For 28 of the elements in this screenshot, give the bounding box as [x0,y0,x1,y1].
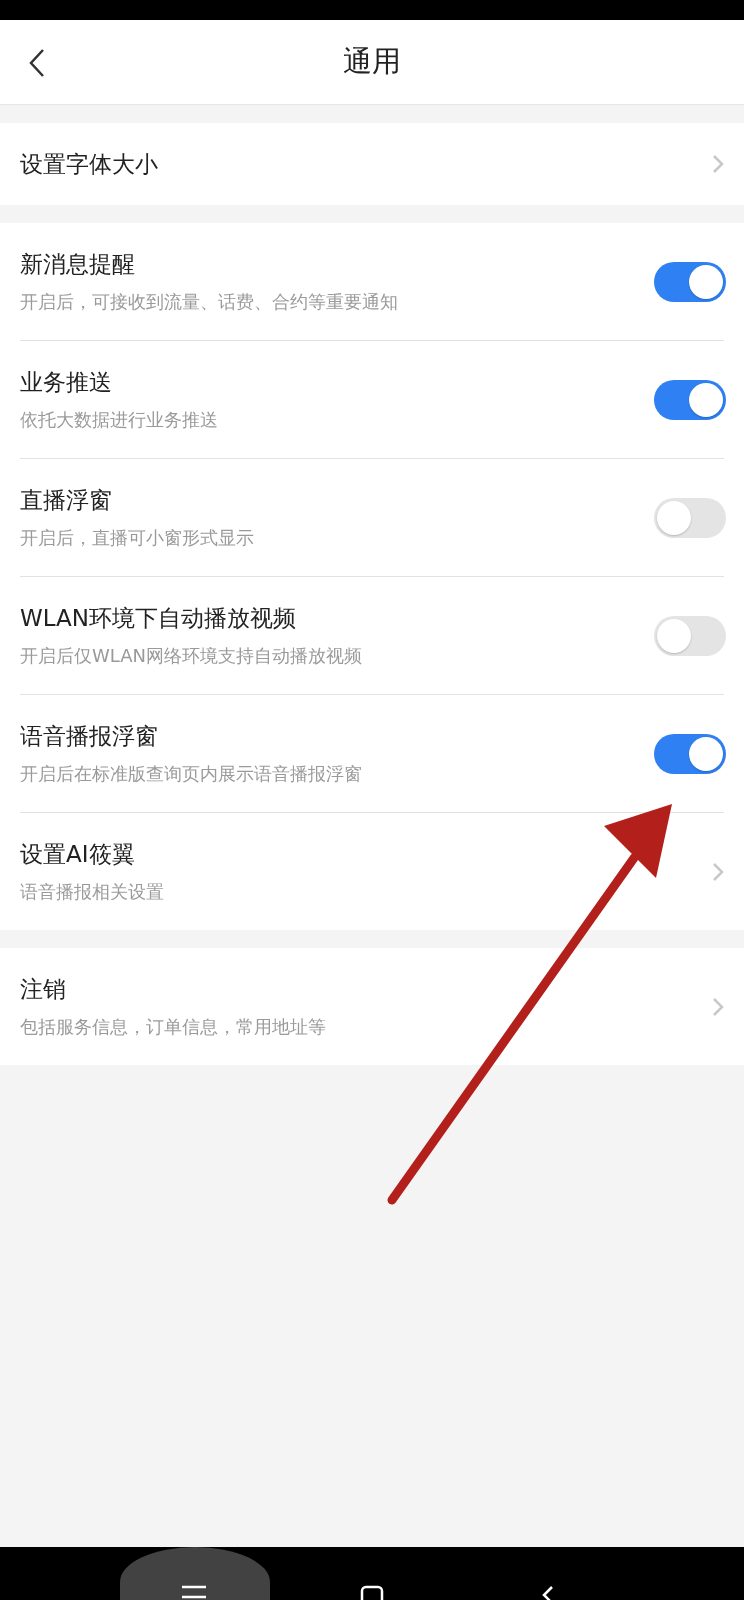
toggle-switch[interactable] [654,615,726,656]
setting-title: WLAN环境下自动播放视频 [20,604,298,633]
setting-description: 包括服务信息，订单信息，常用地址等 [20,1015,327,1039]
setting-description: 语音播报相关设置 [20,880,165,904]
setting-description: 开启后仅WLAN网络环境支持自动播放视频 [20,644,364,668]
setting-title: 设置AI筱翼 [20,840,136,869]
setting-description: 依托大数据进行业务推送 [20,408,219,432]
toggle-switch[interactable] [654,379,726,420]
setting-description: 开启后，直播可小窗形式显示 [20,526,255,550]
setting-title: 注销 [20,975,67,1004]
toggle-switch[interactable] [654,261,726,302]
setting-title: 直播浮窗 [20,486,113,515]
chevron-icon [712,154,724,174]
setting-description: 开启后在标准版查询页内展示语音播报浮窗 [20,762,363,786]
setting-title: 新消息提醒 [20,250,136,279]
setting-title: 语音播报浮窗 [20,722,159,751]
setting-title: 业务推送 [20,368,113,397]
setting-title: 设置字体大小 [20,149,159,179]
page-title: 通用 [343,43,401,80]
setting-description: 开启后，可接收到流量、话费、合约等重要通知 [20,290,399,314]
menu-icon[interactable] [182,1585,206,1600]
home-icon[interactable] [360,1585,384,1600]
toggle-switch[interactable] [654,497,726,538]
chevron-icon [712,996,724,1017]
back-icon[interactable] [28,48,46,78]
chevron-icon [712,861,724,882]
toggle-switch[interactable] [654,733,726,774]
back-icon[interactable] [540,1585,556,1600]
